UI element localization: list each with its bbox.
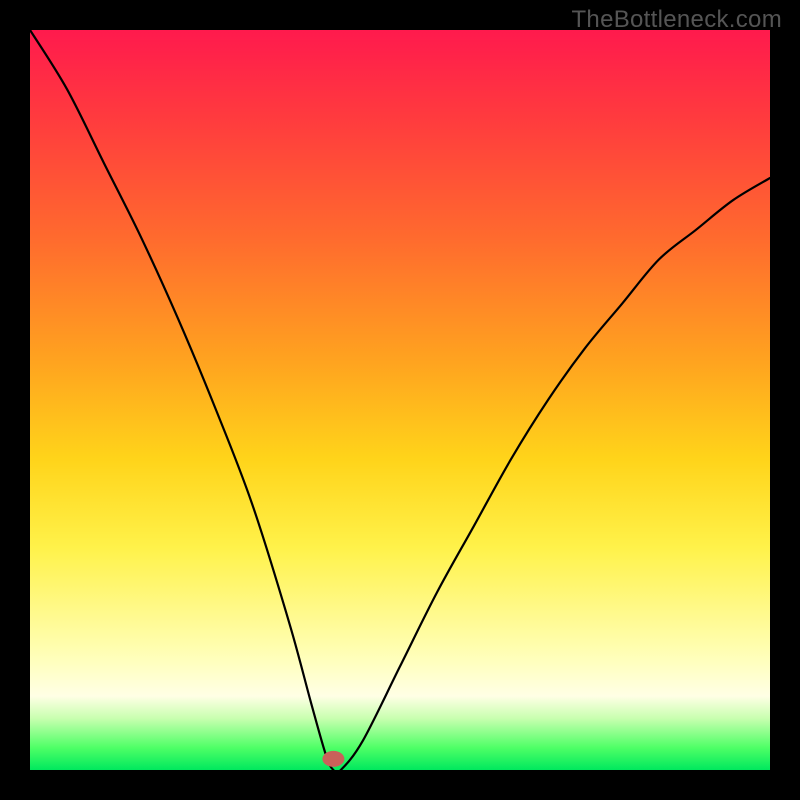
plot-area: [30, 30, 770, 770]
optimal-point-marker: [322, 751, 344, 767]
plot-svg: [30, 30, 770, 770]
bottleneck-curve: [30, 30, 770, 773]
chart-frame: TheBottleneck.com: [0, 0, 800, 800]
